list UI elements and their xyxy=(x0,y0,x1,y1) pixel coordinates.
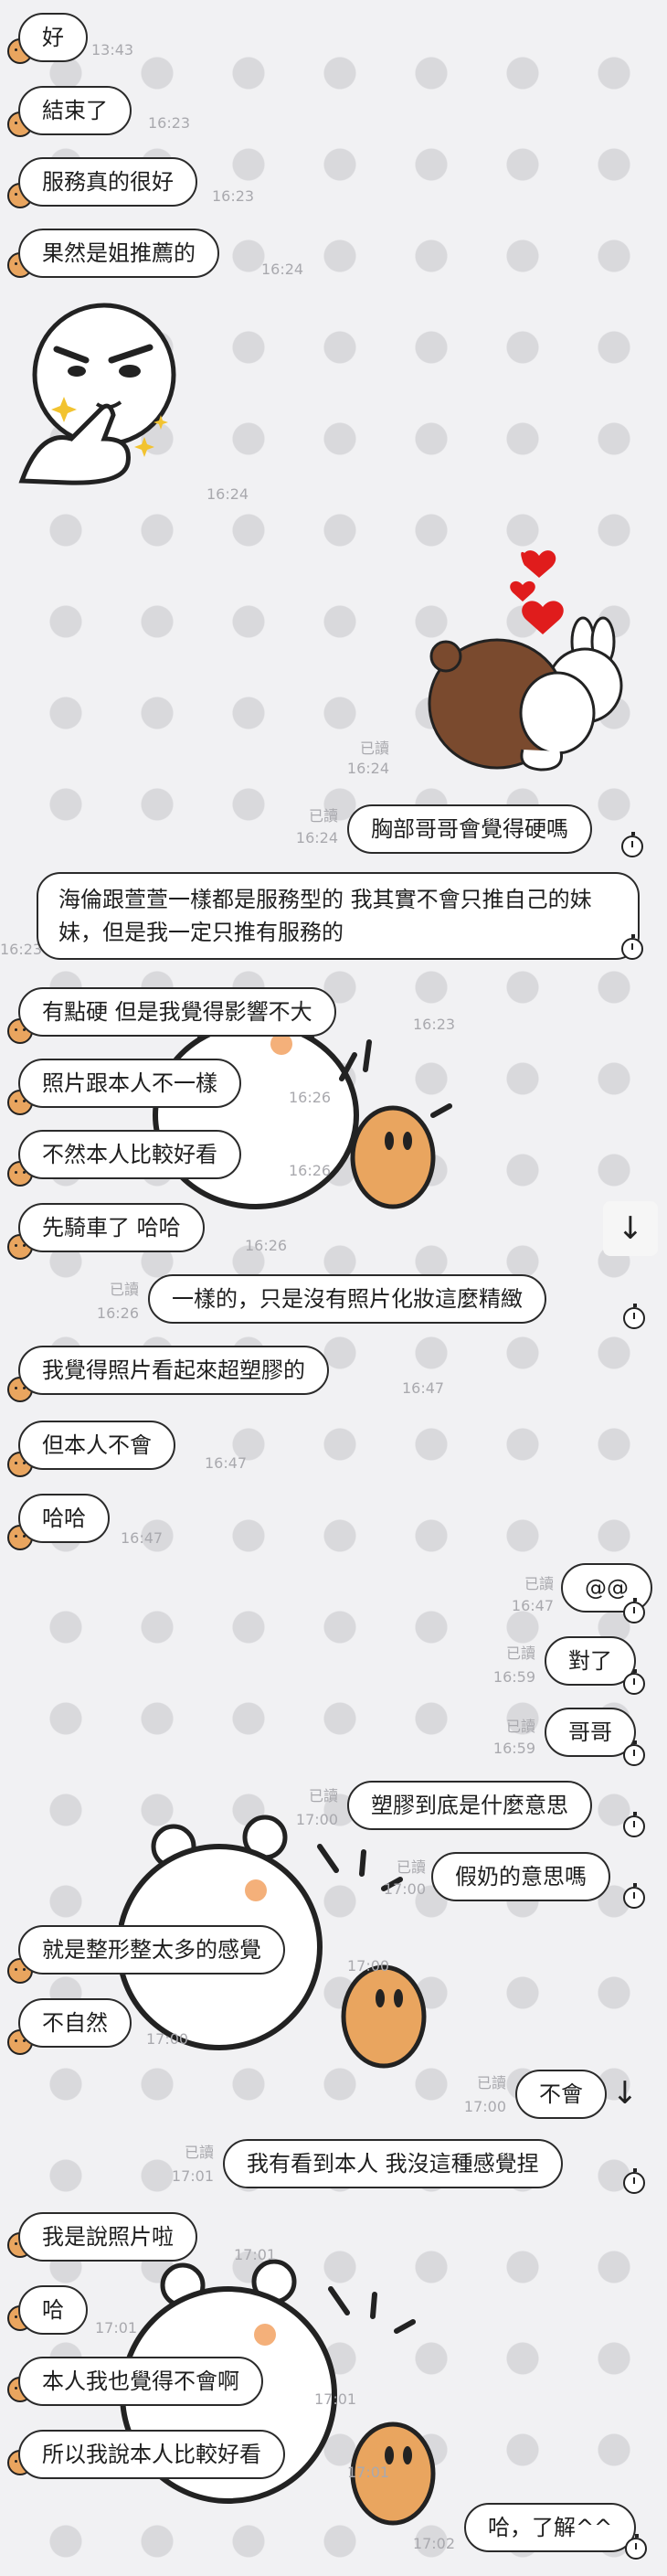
message-time: 17:00 xyxy=(347,1957,390,1975)
incoming-message[interactable]: 好 xyxy=(18,13,88,62)
chat-area: 好 13:43 結束了 16:23 服務真的很好 16:23 果然是姐推薦的 1… xyxy=(0,0,667,2576)
message-time: 17:01 xyxy=(314,2390,357,2408)
message-time: 17:00 xyxy=(146,2030,189,2048)
message-time: 17:01 xyxy=(171,2167,214,2185)
incoming-message[interactable]: 不然本人比較好看 xyxy=(18,1130,241,1179)
message-time: 13:43 xyxy=(91,41,134,59)
message-time: 16:47 xyxy=(121,1529,164,1547)
stopwatch-icon xyxy=(621,934,643,960)
message-time: 17:00 xyxy=(463,2098,506,2115)
incoming-message[interactable]: 有點硬 但是我覺得影響不大 xyxy=(18,987,336,1037)
stopwatch-icon xyxy=(623,1883,645,1909)
message-time: 16:59 xyxy=(492,1740,535,1757)
stopwatch-icon xyxy=(625,2534,647,2560)
read-status: 已讀 xyxy=(184,2144,214,2161)
read-status: 已讀 xyxy=(109,1281,139,1298)
incoming-message[interactable]: 果然是姐推薦的 xyxy=(18,229,219,278)
read-status: 已讀 xyxy=(359,740,389,757)
incoming-message[interactable]: 我是說照片啦 xyxy=(18,2212,197,2262)
message-time: 16:23 xyxy=(0,941,43,958)
read-status: 已讀 xyxy=(308,807,338,825)
read-status: 已讀 xyxy=(396,1858,426,1876)
stopwatch-icon xyxy=(623,1812,645,1837)
incoming-message[interactable]: 哈 xyxy=(18,2285,88,2335)
message-time: 16:59 xyxy=(492,1668,535,1686)
incoming-message[interactable]: 所以我說本人比較好看 xyxy=(18,2430,285,2479)
scroll-down-button[interactable]: ↓ xyxy=(603,1201,658,1256)
incoming-message[interactable]: 海倫跟萱萱一樣都是服務型的 我其實不會只推自己的妹妹，但是我一定只推有服務的 xyxy=(37,872,640,960)
outgoing-message[interactable]: 哥哥 xyxy=(545,1708,636,1757)
outgoing-message[interactable]: 一樣的，只是沒有照片化妝這麼精緻 xyxy=(148,1274,546,1324)
incoming-message[interactable]: 服務真的很好 xyxy=(18,157,197,207)
thumbs-up-face-sticker[interactable] xyxy=(13,302,196,494)
message-time: 16:47 xyxy=(511,1597,554,1614)
stopwatch-icon xyxy=(623,1304,645,1329)
incoming-message[interactable]: 我覺得照片看起來超塑膠的 xyxy=(18,1346,329,1395)
outgoing-message[interactable]: 假奶的意思嗎 xyxy=(431,1852,610,1901)
read-status: 已讀 xyxy=(505,1718,535,1735)
read-status: 已讀 xyxy=(505,1645,535,1662)
incoming-message[interactable]: 照片跟本人不一樣 xyxy=(18,1059,241,1108)
message-time: 16:24 xyxy=(206,485,249,503)
incoming-message[interactable]: 就是整形整太多的感覺 xyxy=(18,1925,285,1975)
stopwatch-icon xyxy=(623,1740,645,1766)
message-time: 17:01 xyxy=(234,2246,277,2263)
read-status: 已讀 xyxy=(524,1575,554,1592)
message-time: 16:23 xyxy=(212,187,255,205)
message-time: 16:26 xyxy=(289,1089,332,1106)
bear-bunny-hug-sticker[interactable] xyxy=(420,539,630,777)
scroll-down-button[interactable]: ↓ xyxy=(599,2068,651,2119)
message-time: 17:01 xyxy=(95,2319,138,2336)
outgoing-message[interactable]: 哈，了解^^ xyxy=(464,2503,637,2552)
outgoing-message[interactable]: 我有看到本人 我沒這種感覺捏 xyxy=(223,2139,563,2188)
message-time: 17:00 xyxy=(295,1811,338,1828)
stopwatch-icon xyxy=(623,2168,645,2194)
outgoing-message[interactable]: 塑膠到底是什麼意思 xyxy=(347,1781,592,1830)
read-status: 已讀 xyxy=(476,2074,506,2092)
outgoing-message[interactable]: 胸部哥哥會覺得硬嗎 xyxy=(347,804,592,854)
message-time: 16:24 xyxy=(261,261,304,278)
incoming-message[interactable]: 哈哈 xyxy=(18,1494,110,1543)
message-time: 16:26 xyxy=(289,1162,332,1179)
incoming-message[interactable]: 結束了 xyxy=(18,86,132,135)
message-time: 17:01 xyxy=(347,2464,390,2481)
incoming-message[interactable]: 先騎車了 哈哈 xyxy=(18,1203,205,1252)
message-time: 16:24 xyxy=(346,760,389,777)
message-time: 16:23 xyxy=(148,114,191,132)
incoming-message[interactable]: 不自然 xyxy=(18,1998,132,2048)
read-status: 已讀 xyxy=(308,1787,338,1804)
outgoing-message[interactable]: 不會 xyxy=(515,2070,607,2119)
message-time: 16:47 xyxy=(205,1454,248,1472)
stopwatch-icon xyxy=(623,1598,645,1623)
message-time: 17:00 xyxy=(383,1880,426,1898)
arrow-down-icon: ↓ xyxy=(617,1210,644,1247)
arrow-down-icon: ↓ xyxy=(611,2075,639,2112)
stopwatch-icon xyxy=(621,832,643,857)
outgoing-message[interactable]: 對了 xyxy=(545,1636,636,1686)
message-time: 16:23 xyxy=(413,1016,456,1033)
incoming-message[interactable]: 但本人不會 xyxy=(18,1421,175,1470)
incoming-message[interactable]: 本人我也覺得不會啊 xyxy=(18,2357,263,2406)
stopwatch-icon xyxy=(623,1669,645,1695)
message-time: 16:26 xyxy=(96,1304,139,1322)
message-time: 16:47 xyxy=(402,1379,445,1397)
message-time: 16:24 xyxy=(295,829,338,846)
message-time: 17:02 xyxy=(412,2535,455,2552)
message-time: 16:26 xyxy=(245,1237,288,1254)
